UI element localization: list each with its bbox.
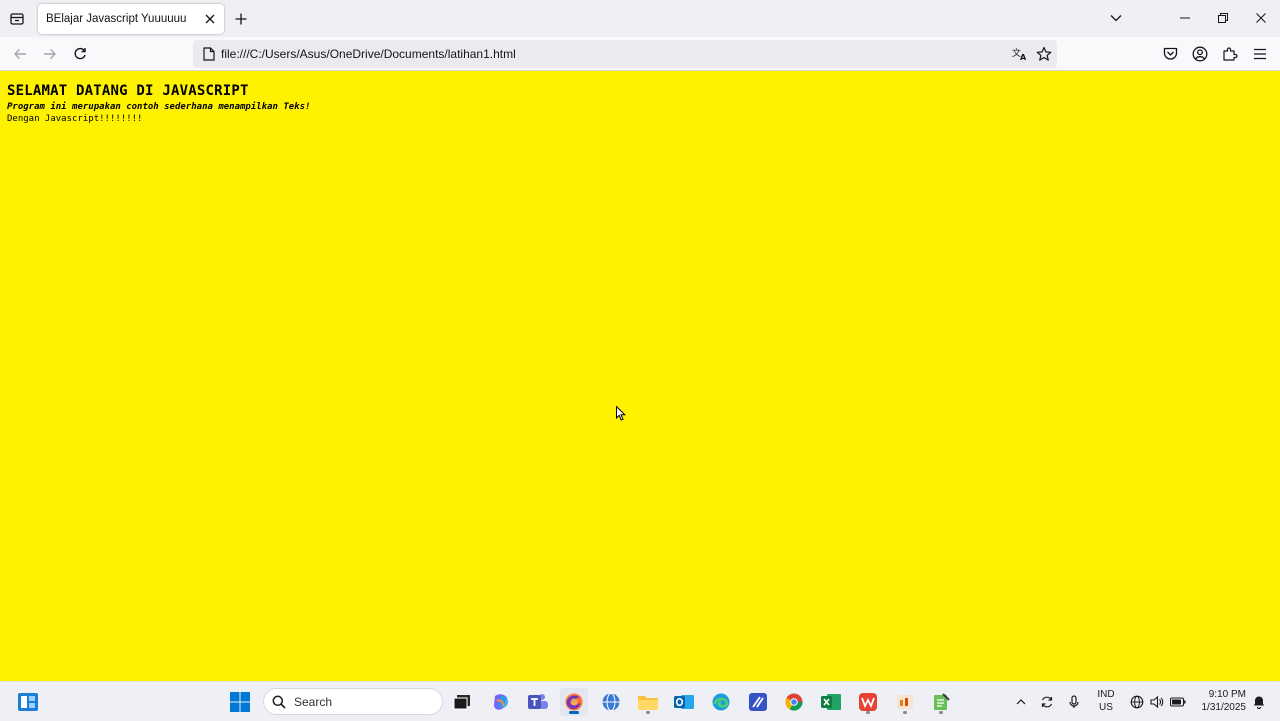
running-indicator bbox=[939, 711, 943, 714]
notification-bell-icon[interactable] bbox=[1250, 682, 1268, 721]
javascript-text: Dengan Javascript!!!!!!!! bbox=[7, 114, 143, 124]
running-indicator bbox=[646, 711, 650, 714]
back-arrow-icon[interactable] bbox=[8, 42, 32, 66]
active-indicator bbox=[569, 711, 579, 714]
edge-icon[interactable] bbox=[707, 688, 735, 716]
chevron-down-icon[interactable] bbox=[1103, 6, 1129, 30]
extensions-icon[interactable] bbox=[1218, 42, 1242, 66]
pen-app-icon[interactable] bbox=[744, 688, 772, 716]
wps-office-icon[interactable] bbox=[854, 688, 882, 716]
page-content: SELAMAT DATANG DI JAVASCRIPT Program ini… bbox=[0, 71, 1280, 681]
microphone-icon[interactable] bbox=[1064, 682, 1084, 721]
language-indicator[interactable]: IND US bbox=[1094, 688, 1118, 714]
network-icon[interactable] bbox=[1128, 682, 1146, 721]
tab-title: BElajar Javascript Yuuuuuu bbox=[46, 13, 187, 25]
excel-icon[interactable] bbox=[817, 688, 845, 716]
account-icon[interactable] bbox=[1188, 42, 1212, 66]
presentation-app-icon[interactable] bbox=[891, 688, 919, 716]
browser-tab[interactable]: BElajar Javascript Yuuuuuu bbox=[38, 4, 224, 34]
taskbar: Search IND US 9:10 PM 1/31/2025 bbox=[0, 681, 1280, 720]
browser-globe-icon[interactable] bbox=[597, 688, 625, 716]
url-text: file:///C:/Users/Asus/OneDrive/Documents… bbox=[221, 47, 516, 61]
menu-icon[interactable] bbox=[1248, 42, 1272, 66]
taskbar-clock[interactable]: 9:10 PM 1/31/2025 bbox=[1192, 688, 1247, 714]
chrome-icon[interactable] bbox=[780, 688, 808, 716]
new-tab-icon[interactable] bbox=[231, 9, 251, 29]
translate-icon[interactable]: 文A bbox=[1010, 44, 1030, 64]
tab-list-icon[interactable] bbox=[6, 8, 28, 30]
forward-arrow-icon[interactable] bbox=[38, 42, 62, 66]
battery-icon[interactable] bbox=[1168, 682, 1188, 721]
intro-text: Program ini merupakan contoh sederhana m… bbox=[7, 102, 311, 112]
reload-icon[interactable] bbox=[68, 42, 92, 66]
windows-start-icon[interactable] bbox=[226, 688, 254, 716]
restore-icon[interactable] bbox=[1210, 6, 1236, 30]
page-heading: SELAMAT DATANG DI JAVASCRIPT bbox=[7, 83, 249, 99]
file-explorer-icon[interactable] bbox=[634, 688, 662, 716]
address-bar[interactable]: file:///C:/Users/Asus/OneDrive/Documents… bbox=[193, 40, 1057, 68]
widgets-icon[interactable] bbox=[14, 688, 42, 716]
notepad-icon[interactable] bbox=[927, 688, 955, 716]
search-label: Search bbox=[294, 694, 333, 709]
search-icon bbox=[272, 695, 286, 709]
page-icon bbox=[201, 46, 217, 62]
sync-icon[interactable] bbox=[1037, 682, 1057, 721]
language-code: IND bbox=[1097, 689, 1115, 700]
close-window-icon[interactable] bbox=[1248, 6, 1274, 30]
firefox-icon[interactable] bbox=[560, 688, 588, 716]
chevron-up-icon[interactable] bbox=[1012, 682, 1030, 721]
copilot-icon[interactable] bbox=[487, 688, 515, 716]
pocket-icon[interactable] bbox=[1158, 42, 1182, 66]
svg-text:A: A bbox=[1020, 53, 1027, 62]
tab-strip: BElajar Javascript Yuuuuuu bbox=[0, 0, 1280, 37]
clock-date: 1/31/2025 bbox=[1201, 702, 1247, 713]
bookmark-star-icon[interactable] bbox=[1034, 44, 1054, 64]
taskbar-search[interactable]: Search bbox=[263, 688, 443, 715]
keyboard-layout: US bbox=[1099, 702, 1113, 713]
teams-icon[interactable] bbox=[524, 688, 552, 716]
outlook-icon[interactable] bbox=[670, 688, 698, 716]
running-indicator bbox=[866, 711, 870, 714]
running-indicator bbox=[903, 711, 907, 714]
navigation-bar: file:///C:/Users/Asus/OneDrive/Documents… bbox=[0, 37, 1280, 71]
close-tab-icon[interactable] bbox=[200, 9, 220, 29]
clock-time: 9:10 PM bbox=[1208, 689, 1246, 700]
task-view-icon[interactable] bbox=[448, 688, 476, 716]
volume-icon[interactable] bbox=[1148, 682, 1166, 721]
minimize-icon[interactable] bbox=[1172, 6, 1198, 30]
mouse-cursor-icon bbox=[616, 405, 627, 426]
